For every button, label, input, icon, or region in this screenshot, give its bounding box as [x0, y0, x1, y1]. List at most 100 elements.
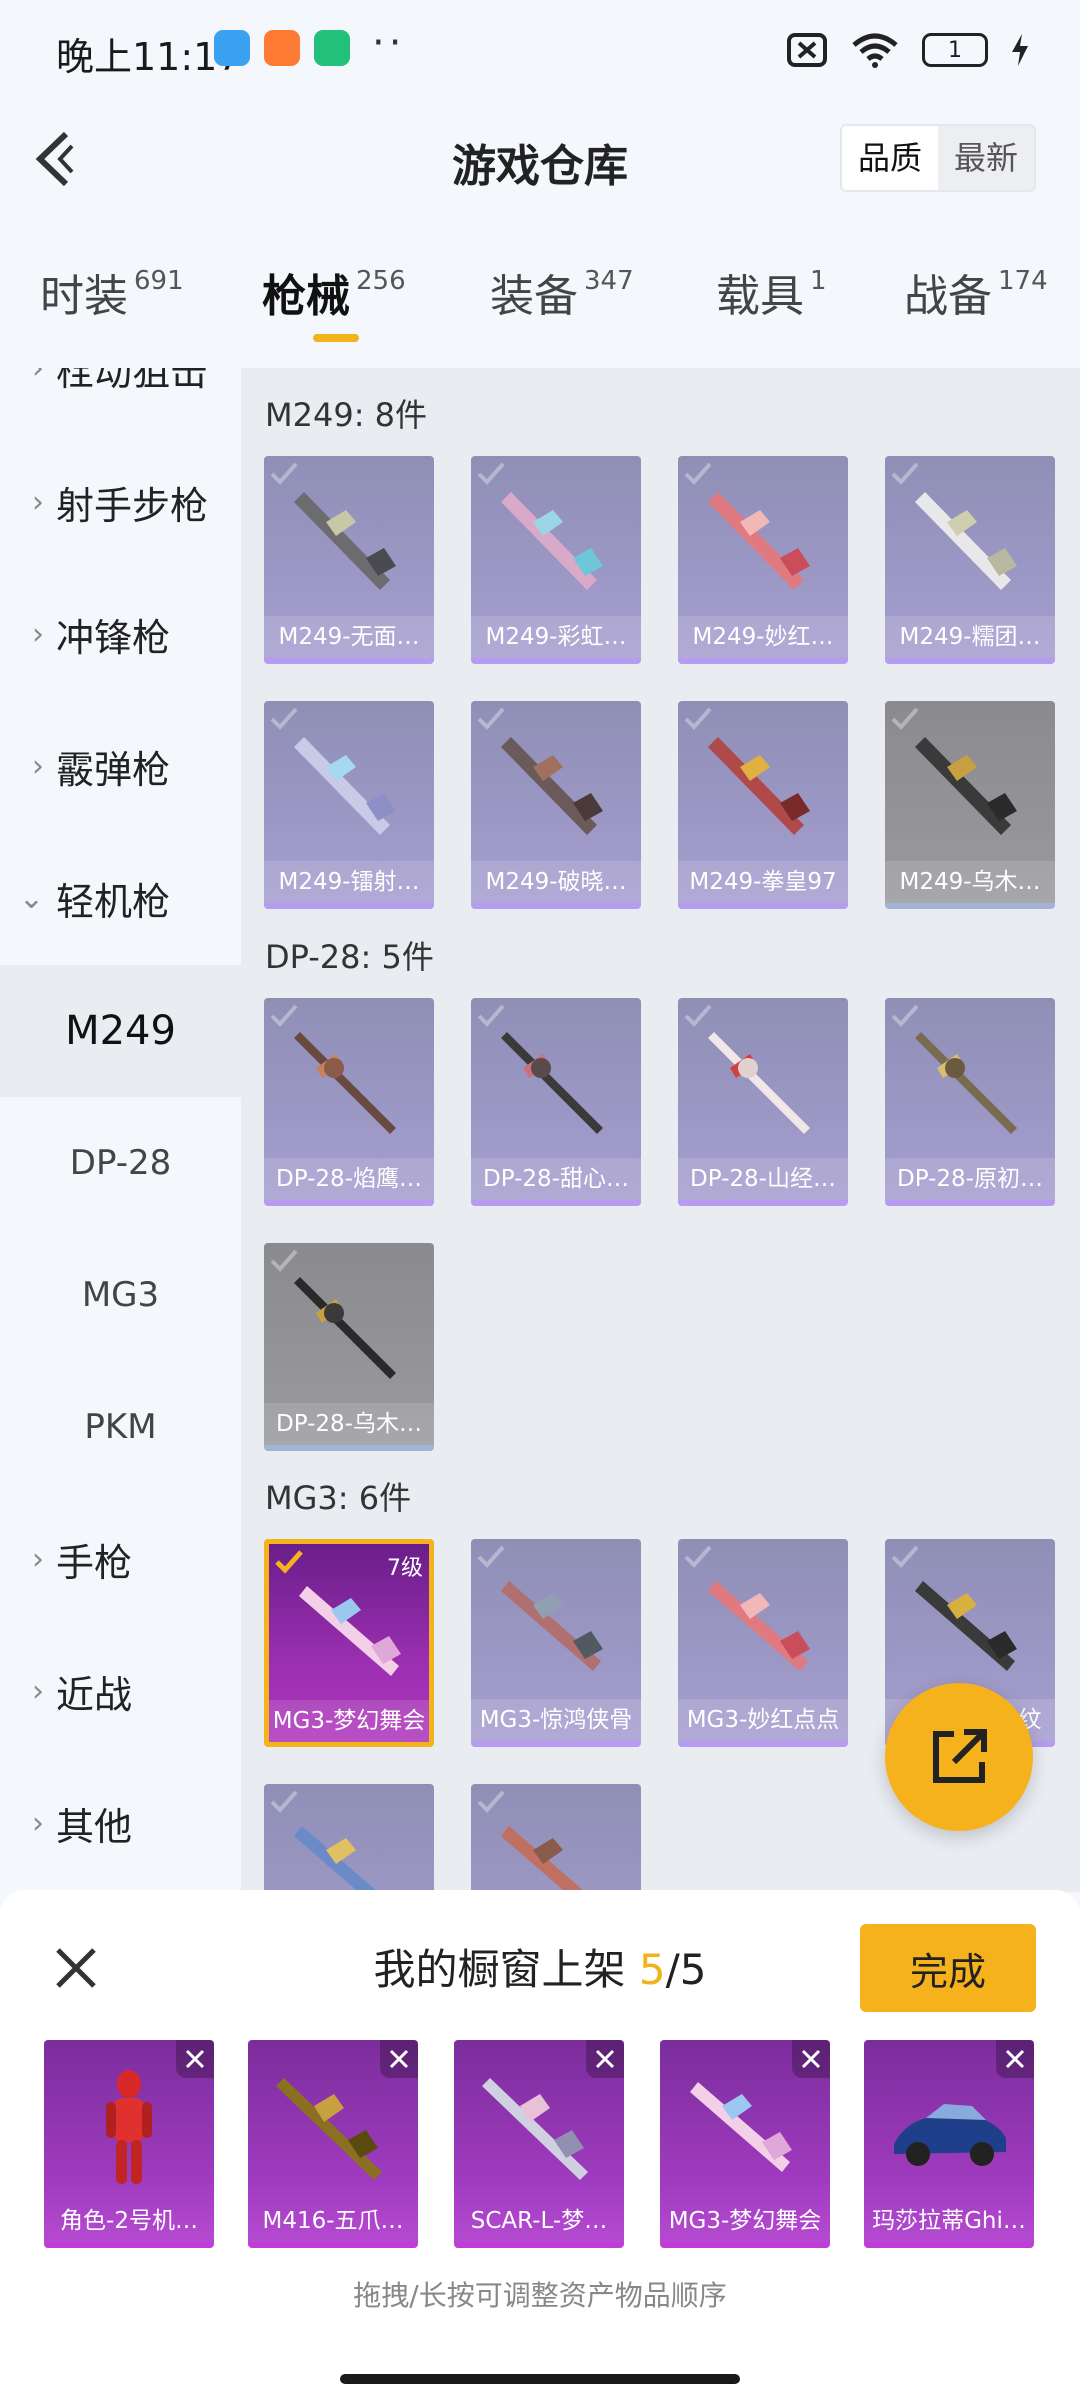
item-card[interactable]: M249-破晓… — [471, 701, 641, 909]
home-indicator[interactable] — [340, 2374, 740, 2384]
close-button[interactable] — [46, 1938, 106, 1998]
sidebar-sub-mg3[interactable]: MG3 — [0, 1229, 241, 1361]
item-card-selected[interactable]: 7级 MG3-梦幻舞会 — [264, 1539, 434, 1747]
tab-fashion[interactable]: 时装 691 — [40, 260, 184, 324]
sidebar: › 栓动狙击 › 射手步枪 › 冲锋枪 › 霰弹枪 ⌄ 轻机枪 M249 DP-… — [0, 368, 241, 1892]
m249-weapon-image — [915, 737, 1017, 835]
item-card[interactable]: M249-无面… — [264, 456, 434, 664]
sidebar-item-smg[interactable]: › 冲锋枪 — [0, 568, 241, 700]
shelf-count: 5 — [638, 1945, 666, 1994]
sidebar-item-label: 霰弹枪 — [56, 747, 171, 792]
item-card[interactable]: MG3-妙红点点 — [678, 1539, 848, 1747]
item-card[interactable]: M249-乌木… — [885, 701, 1055, 909]
sidebar-item-label: 近战 — [56, 1672, 133, 1717]
sort-latest-button[interactable]: 最新 — [938, 126, 1034, 190]
shelf-item-name: 玛莎拉蒂Ghi… — [872, 2208, 1026, 2234]
shelf-item[interactable]: M416-五爪… — [248, 2040, 418, 2248]
sidebar-item-label: 手枪 — [56, 1540, 133, 1585]
item-name: M249-无面… — [264, 616, 434, 658]
item-card[interactable]: MG3-惊鸿侠骨 — [471, 1539, 641, 1747]
sidebar-item-bolt-sniper[interactable]: › 栓动狙击 — [0, 368, 241, 434]
chevron-right-icon: › — [32, 1541, 44, 1577]
tab-equipment[interactable]: 装备 347 — [490, 260, 634, 324]
more-notifications-icon: ·· — [372, 20, 406, 66]
sidebar-sub-pkm[interactable]: PKM — [0, 1361, 241, 1493]
wallet-app-icon — [214, 30, 250, 66]
tab-vehicles[interactable]: 载具 1 — [716, 260, 827, 324]
sim-off-icon — [787, 33, 827, 67]
mg3-weapon-image — [501, 1581, 603, 1671]
item-card[interactable]: DP-28-原初… — [885, 998, 1055, 1206]
active-tab-indicator — [313, 334, 359, 342]
shelf-item[interactable]: 角色-2号机… — [44, 2040, 214, 2248]
item-card[interactable]: M249-镭射… — [264, 701, 434, 909]
sort-quality-button[interactable]: 品质 — [841, 126, 938, 190]
sidebar-item-other[interactable]: › 其他 — [0, 1757, 241, 1889]
item-name: M249-糯团… — [885, 616, 1055, 658]
section-title: M249: 8件 — [265, 396, 428, 434]
item-name: M249-彩虹… — [471, 616, 641, 658]
m249-weapon-image — [915, 492, 1017, 590]
chevron-right-icon: › — [32, 1805, 44, 1841]
tab-label: 时装 — [40, 271, 128, 322]
item-name: M249-乌木… — [885, 861, 1055, 903]
item-card[interactable]: M249-拳皇97 — [678, 701, 848, 909]
wifi-icon — [852, 33, 898, 68]
shopping-app-icon — [264, 30, 300, 66]
tab-count: 347 — [584, 266, 634, 296]
item-card[interactable]: DP-28-焰鹰… — [264, 998, 434, 1206]
sidebar-item-pistol[interactable]: › 手枪 — [0, 1493, 241, 1625]
item-name: DP-28-山经… — [678, 1158, 848, 1200]
sheet-title-text: 我的橱窗上架 — [373, 1945, 639, 1994]
shelf-item[interactable]: 玛莎拉蒂Ghi… — [864, 2040, 1034, 2248]
item-grid: M249: 8件 M249-无面… M249-彩虹… M249-妙红… M249… — [241, 368, 1080, 1892]
shelf-item-name: SCAR-L-梦… — [470, 2208, 608, 2234]
shelf-item-name: M416-五爪… — [262, 2208, 404, 2234]
chevron-right-icon: › — [32, 1673, 44, 1709]
car-image — [894, 2104, 1006, 2166]
item-name: DP-28-乌木… — [264, 1403, 434, 1445]
back-button[interactable] — [26, 124, 96, 194]
item-card[interactable] — [264, 1784, 434, 1892]
share-button[interactable] — [885, 1683, 1033, 1831]
chevron-right-icon: › — [32, 616, 44, 652]
item-card[interactable]: M249-糯团… — [885, 456, 1055, 664]
dp28-weapon-image — [294, 1032, 396, 1134]
tab-label: 载具 — [716, 271, 804, 322]
item-name: M249-破晓… — [471, 861, 641, 903]
sidebar-item-label: 轻机枪 — [56, 879, 171, 924]
sidebar-sub-m249[interactable]: M249 — [0, 965, 241, 1097]
sidebar-item-shotgun[interactable]: › 霰弹枪 — [0, 700, 241, 832]
tab-count: 1 — [810, 266, 827, 296]
showcase-sheet: 我的橱窗上架 5/5 完成 角色-2号机… M416-五爪… SCAR-L-梦…… — [0, 1890, 1080, 2400]
sidebar-item-label: 栓动狙击 — [56, 368, 209, 394]
item-name: DP-28-甜心… — [471, 1158, 641, 1200]
tab-firearms[interactable]: 枪械 256 — [262, 260, 406, 324]
scar-weapon-image — [482, 2078, 588, 2180]
sidebar-item-lmg[interactable]: ⌄ 轻机枪 — [0, 832, 241, 964]
tab-label: 战备 — [904, 271, 992, 322]
item-card[interactable] — [471, 1784, 641, 1892]
section-title: DP-28: 5件 — [265, 938, 434, 976]
dp28-weapon-image — [915, 1032, 1017, 1134]
item-name: MG3-梦幻舞会 — [269, 1700, 429, 1742]
sidebar-item-dmr[interactable]: › 射手步枪 — [0, 436, 241, 568]
tab-supplies[interactable]: 战备 174 — [904, 260, 1048, 324]
item-card[interactable]: M249-妙红… — [678, 456, 848, 664]
sidebar-sub-dp28[interactable]: DP-28 — [0, 1097, 241, 1229]
mg3-weapon-image — [501, 1826, 585, 1892]
m249-weapon-image — [501, 737, 603, 835]
item-card[interactable]: DP-28-山经… — [678, 998, 848, 1206]
shelf-item-name: MG3-梦幻舞会 — [668, 2208, 822, 2234]
sidebar-item-melee[interactable]: › 近战 — [0, 1625, 241, 1757]
item-card[interactable]: M249-彩虹… — [471, 456, 641, 664]
item-card[interactable]: DP-28-乌木… — [264, 1243, 434, 1451]
item-card[interactable]: DP-28-甜心… — [471, 998, 641, 1206]
item-name: DP-28-原初… — [885, 1158, 1055, 1200]
mg3-weapon-image — [294, 1826, 378, 1892]
item-name: MG3-妙红点点 — [678, 1699, 848, 1741]
done-button[interactable]: 完成 — [860, 1924, 1036, 2012]
shelf-item[interactable]: MG3-梦幻舞会 — [660, 2040, 830, 2248]
tab-count: 691 — [134, 266, 184, 296]
shelf-item[interactable]: SCAR-L-梦… — [454, 2040, 624, 2248]
